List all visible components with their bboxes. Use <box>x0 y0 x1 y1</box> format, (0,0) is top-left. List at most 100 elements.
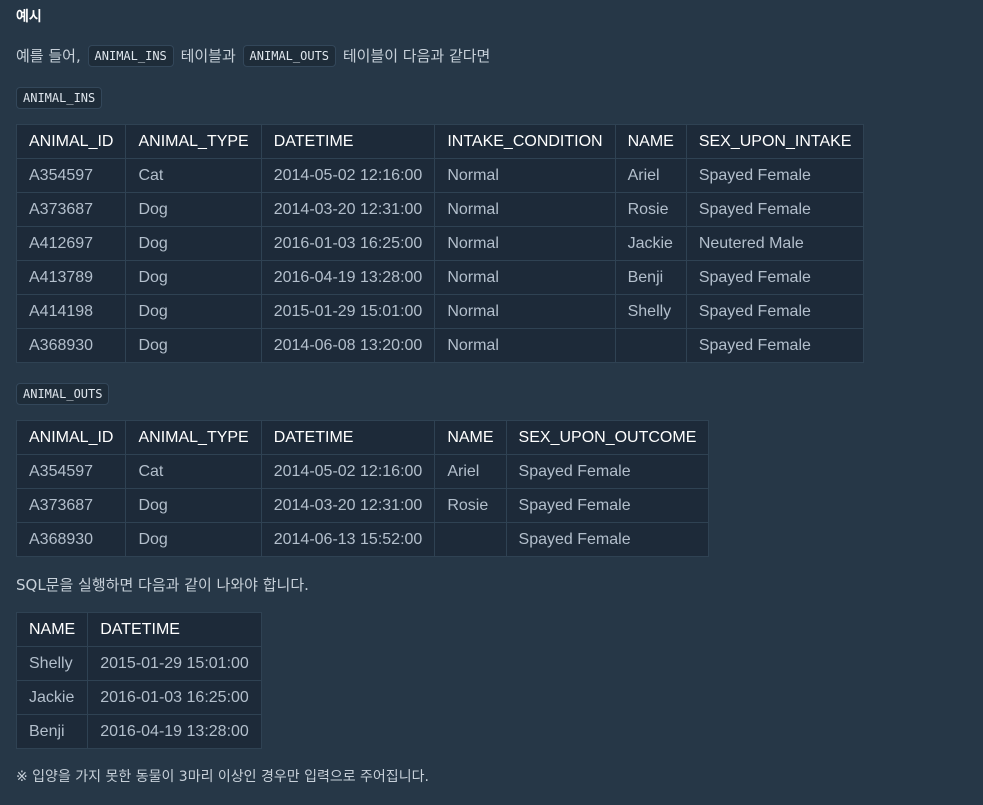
intro-paragraph: 예를 들어, ANIMAL_INS 테이블과 ANIMAL_OUTS 테이블이 … <box>16 45 490 67</box>
intro-suffix: 테이블이 다음과 같다면 <box>342 47 491 65</box>
column-header: SEX_UPON_INTAKE <box>685 124 865 159</box>
table-row: A368930 Dog 2014-06-08 13:20:00 Normal Spaye… <box>15 328 865 363</box>
table-cell: A373687 <box>15 488 127 523</box>
table-cell: Spayed Female <box>685 328 865 363</box>
table-cell: Spayed Female <box>505 454 710 489</box>
table-cell: 2014-03-20 12:31:00 <box>260 192 436 227</box>
table-cell: Normal <box>434 260 616 295</box>
table-cell: 2016-04-19 13:28:00 <box>260 260 436 295</box>
table-cell: 2014-06-13 15:52:00 <box>260 522 436 557</box>
table-cell: Ariel <box>434 454 507 489</box>
table-cell: Shelly <box>15 646 89 681</box>
column-header: NAME <box>434 420 507 455</box>
animal-ins-label-code: ANIMAL_INS <box>16 87 103 109</box>
table-row: A354597 Cat 2014-05-02 12:16:00 Ariel Spayed… <box>15 454 710 489</box>
column-header: INTAKE_CONDITION <box>434 124 616 159</box>
table-cell: Dog <box>125 328 262 363</box>
table-header-row: NAME DATETIME <box>15 612 262 647</box>
table-cell: Cat <box>125 158 262 193</box>
column-header: ANIMAL_TYPE <box>125 124 262 159</box>
table-cell: Rosie <box>614 192 687 227</box>
section-heading: 예시 <box>16 9 42 25</box>
table-cell: Spayed Female <box>505 522 710 557</box>
table-row: Shelly 2015-01-29 15:01:00 <box>15 646 262 681</box>
table-cell: A368930 <box>15 328 127 363</box>
animal-ins-label: ANIMAL_INS <box>16 87 103 109</box>
table-row: A368930 Dog 2014-06-13 15:52:00 Spayed Fema… <box>15 522 710 557</box>
table-cell: Normal <box>434 328 616 363</box>
animal-ins-table: ANIMAL_ID ANIMAL_TYPE DATETIME INTAKE_CONDI… <box>15 124 865 363</box>
column-header: ANIMAL_TYPE <box>125 420 262 455</box>
table-cell: 2014-05-02 12:16:00 <box>260 158 436 193</box>
table-cell: Spayed Female <box>505 488 710 523</box>
table-cell: 2016-04-19 13:28:00 <box>87 714 262 749</box>
problem-example-section: 예시 예를 들어, ANIMAL_INS 테이블과 ANIMAL_OUTS 테이… <box>0 0 983 805</box>
table-cell: A412697 <box>15 226 127 261</box>
table-cell: Dog <box>125 488 262 523</box>
column-header: DATETIME <box>260 420 436 455</box>
table-cell: A368930 <box>15 522 127 557</box>
table-cell: Jackie <box>15 680 89 715</box>
table-row: A373687 Dog 2014-03-20 12:31:00 Normal Rosie… <box>15 192 865 227</box>
table-cell: Benji <box>15 714 89 749</box>
table-row: A354597 Cat 2014-05-02 12:16:00 Normal Ariel… <box>15 158 865 193</box>
column-header: DATETIME <box>260 124 436 159</box>
column-header: DATETIME <box>87 612 262 647</box>
table-cell: 2015-01-29 15:01:00 <box>87 646 262 681</box>
table-row: A373687 Dog 2014-03-20 12:31:00 Rosie Spayed… <box>15 488 710 523</box>
table-cell: A354597 <box>15 158 127 193</box>
table-cell <box>614 328 687 363</box>
table-cell: A373687 <box>15 192 127 227</box>
column-header: SEX_UPON_OUTCOME <box>505 420 710 455</box>
table-header-row: ANIMAL_ID ANIMAL_TYPE DATETIME NAME SEX_UPON… <box>15 420 710 455</box>
table-cell <box>434 522 507 557</box>
table-cell: Normal <box>434 226 616 261</box>
table-header-row: ANIMAL_ID ANIMAL_TYPE DATETIME INTAKE_CONDI… <box>15 124 865 159</box>
table-cell: 2014-05-02 12:16:00 <box>260 454 436 489</box>
result-paragraph: SQL문을 실행하면 다음과 같이 나와야 합니다. <box>16 576 309 594</box>
intro-prefix: 예를 들어, <box>16 47 81 65</box>
table-cell: Spayed Female <box>685 294 865 329</box>
table-row: A414198 Dog 2015-01-29 15:01:00 Normal Shell… <box>15 294 865 329</box>
table-cell: Benji <box>614 260 687 295</box>
table-cell: 2015-01-29 15:01:00 <box>260 294 436 329</box>
table-cell: A414198 <box>15 294 127 329</box>
table-cell: Spayed Female <box>685 260 865 295</box>
footnote: ※ 입양을 가지 못한 동물이 3마리 이상인 경우만 입력으로 주어집니다. <box>16 769 429 785</box>
column-header: ANIMAL_ID <box>15 124 127 159</box>
table-cell: Dog <box>125 522 262 557</box>
table-cell: Normal <box>434 192 616 227</box>
table-cell: Spayed Female <box>685 158 865 193</box>
table-cell: Neutered Male <box>685 226 865 261</box>
column-header: NAME <box>614 124 687 159</box>
table-row: A412697 Dog 2016-01-03 16:25:00 Normal Jacki… <box>15 226 865 261</box>
table-cell: Cat <box>125 454 262 489</box>
table-cell: A354597 <box>15 454 127 489</box>
inline-code-animal-outs: ANIMAL_OUTS <box>242 45 337 67</box>
animal-outs-label-code: ANIMAL_OUTS <box>16 383 110 405</box>
table-cell: A413789 <box>15 260 127 295</box>
table-cell: Normal <box>434 158 616 193</box>
table-cell: Rosie <box>434 488 507 523</box>
table-cell: 2016-01-03 16:25:00 <box>87 680 262 715</box>
table-cell: Dog <box>125 294 262 329</box>
table-row: Jackie 2016-01-03 16:25:00 <box>15 680 262 715</box>
table-cell: Ariel <box>614 158 687 193</box>
table-cell: 2016-01-03 16:25:00 <box>260 226 436 261</box>
inline-code-animal-ins: ANIMAL_INS <box>87 45 174 67</box>
table-cell: Dog <box>125 226 262 261</box>
table-cell: Spayed Female <box>685 192 865 227</box>
table-row: Benji 2016-04-19 13:28:00 <box>15 714 262 749</box>
animal-outs-table: ANIMAL_ID ANIMAL_TYPE DATETIME NAME SEX_UPON… <box>15 420 710 557</box>
table-row: A413789 Dog 2016-04-19 13:28:00 Normal Benji… <box>15 260 865 295</box>
column-header: NAME <box>15 612 89 647</box>
intro-mid: 테이블과 <box>180 47 236 65</box>
table-cell: Jackie <box>614 226 687 261</box>
table-cell: 2014-06-08 13:20:00 <box>260 328 436 363</box>
table-cell: Dog <box>125 260 262 295</box>
table-cell: 2014-03-20 12:31:00 <box>260 488 436 523</box>
table-cell: Dog <box>125 192 262 227</box>
animal-outs-label: ANIMAL_OUTS <box>16 383 110 405</box>
table-cell: Normal <box>434 294 616 329</box>
column-header: ANIMAL_ID <box>15 420 127 455</box>
